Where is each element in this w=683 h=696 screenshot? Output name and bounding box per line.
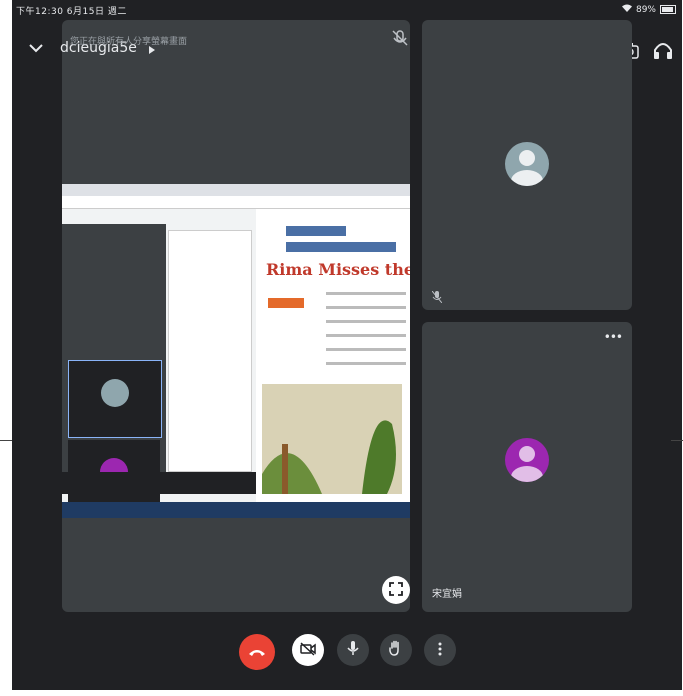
camera-toggle-button[interactable] [292, 634, 324, 666]
shared-call-grid [62, 224, 166, 516]
mic-off-icon [390, 28, 410, 48]
avatar [101, 379, 129, 407]
hand-icon [389, 640, 403, 660]
chevron-down-icon[interactable] [24, 36, 48, 60]
browser-address-bar [62, 196, 256, 209]
share-notice: 您正在與所有人分享螢幕畫面 [70, 37, 188, 47]
shared-participants-panel [168, 230, 252, 472]
wifi-icon [621, 4, 632, 15]
avatar [505, 438, 549, 482]
shared-screen: Rima Misses the Rainforest [62, 184, 410, 518]
headphones-icon[interactable] [652, 40, 674, 60]
raise-hand-button[interactable] [380, 634, 412, 666]
hangup-icon [248, 643, 266, 662]
battery-icon [660, 5, 676, 14]
more-options-icon[interactable]: ••• [604, 330, 623, 344]
battery-percent: 89% [635, 4, 656, 15]
participant-tile[interactable] [422, 20, 632, 310]
shared-call-controls [62, 472, 256, 494]
participant-tile[interactable]: ••• 宋宜娟 [422, 322, 632, 612]
fullscreen-icon [389, 581, 403, 600]
shared-participant-tile [68, 360, 162, 438]
document-title: Rima Misses the Rainforest [266, 260, 410, 279]
shared-taskbar [62, 502, 410, 518]
fullscreen-button[interactable] [382, 576, 410, 604]
hangup-button[interactable] [239, 634, 275, 670]
camera-off-icon [300, 641, 316, 660]
more-options-button[interactable] [424, 634, 456, 666]
shared-meet-window [62, 184, 256, 518]
mic-off-icon [431, 288, 443, 304]
participant-name: 宋宜娟 [432, 589, 462, 600]
status-bar: 下午12:30 6月15日 週二 89% [12, 0, 682, 18]
mic-toggle-button[interactable] [337, 634, 369, 666]
more-vert-icon [438, 641, 442, 660]
status-time-date: 下午12:30 6月15日 週二 [16, 7, 127, 17]
meet-call-screen: 下午12:30 6月15日 週二 89% dcieugia5e 您正在與所有人分… [12, 0, 682, 690]
document-illustration [262, 384, 402, 494]
shared-document-window: Rima Misses the Rainforest [256, 184, 410, 502]
browser-tab-strip [62, 184, 256, 196]
divider [0, 440, 12, 441]
divider [671, 440, 683, 441]
avatar [505, 142, 549, 186]
mic-icon [347, 640, 359, 660]
status-right: 89% [621, 4, 676, 15]
call-controls [12, 626, 682, 682]
